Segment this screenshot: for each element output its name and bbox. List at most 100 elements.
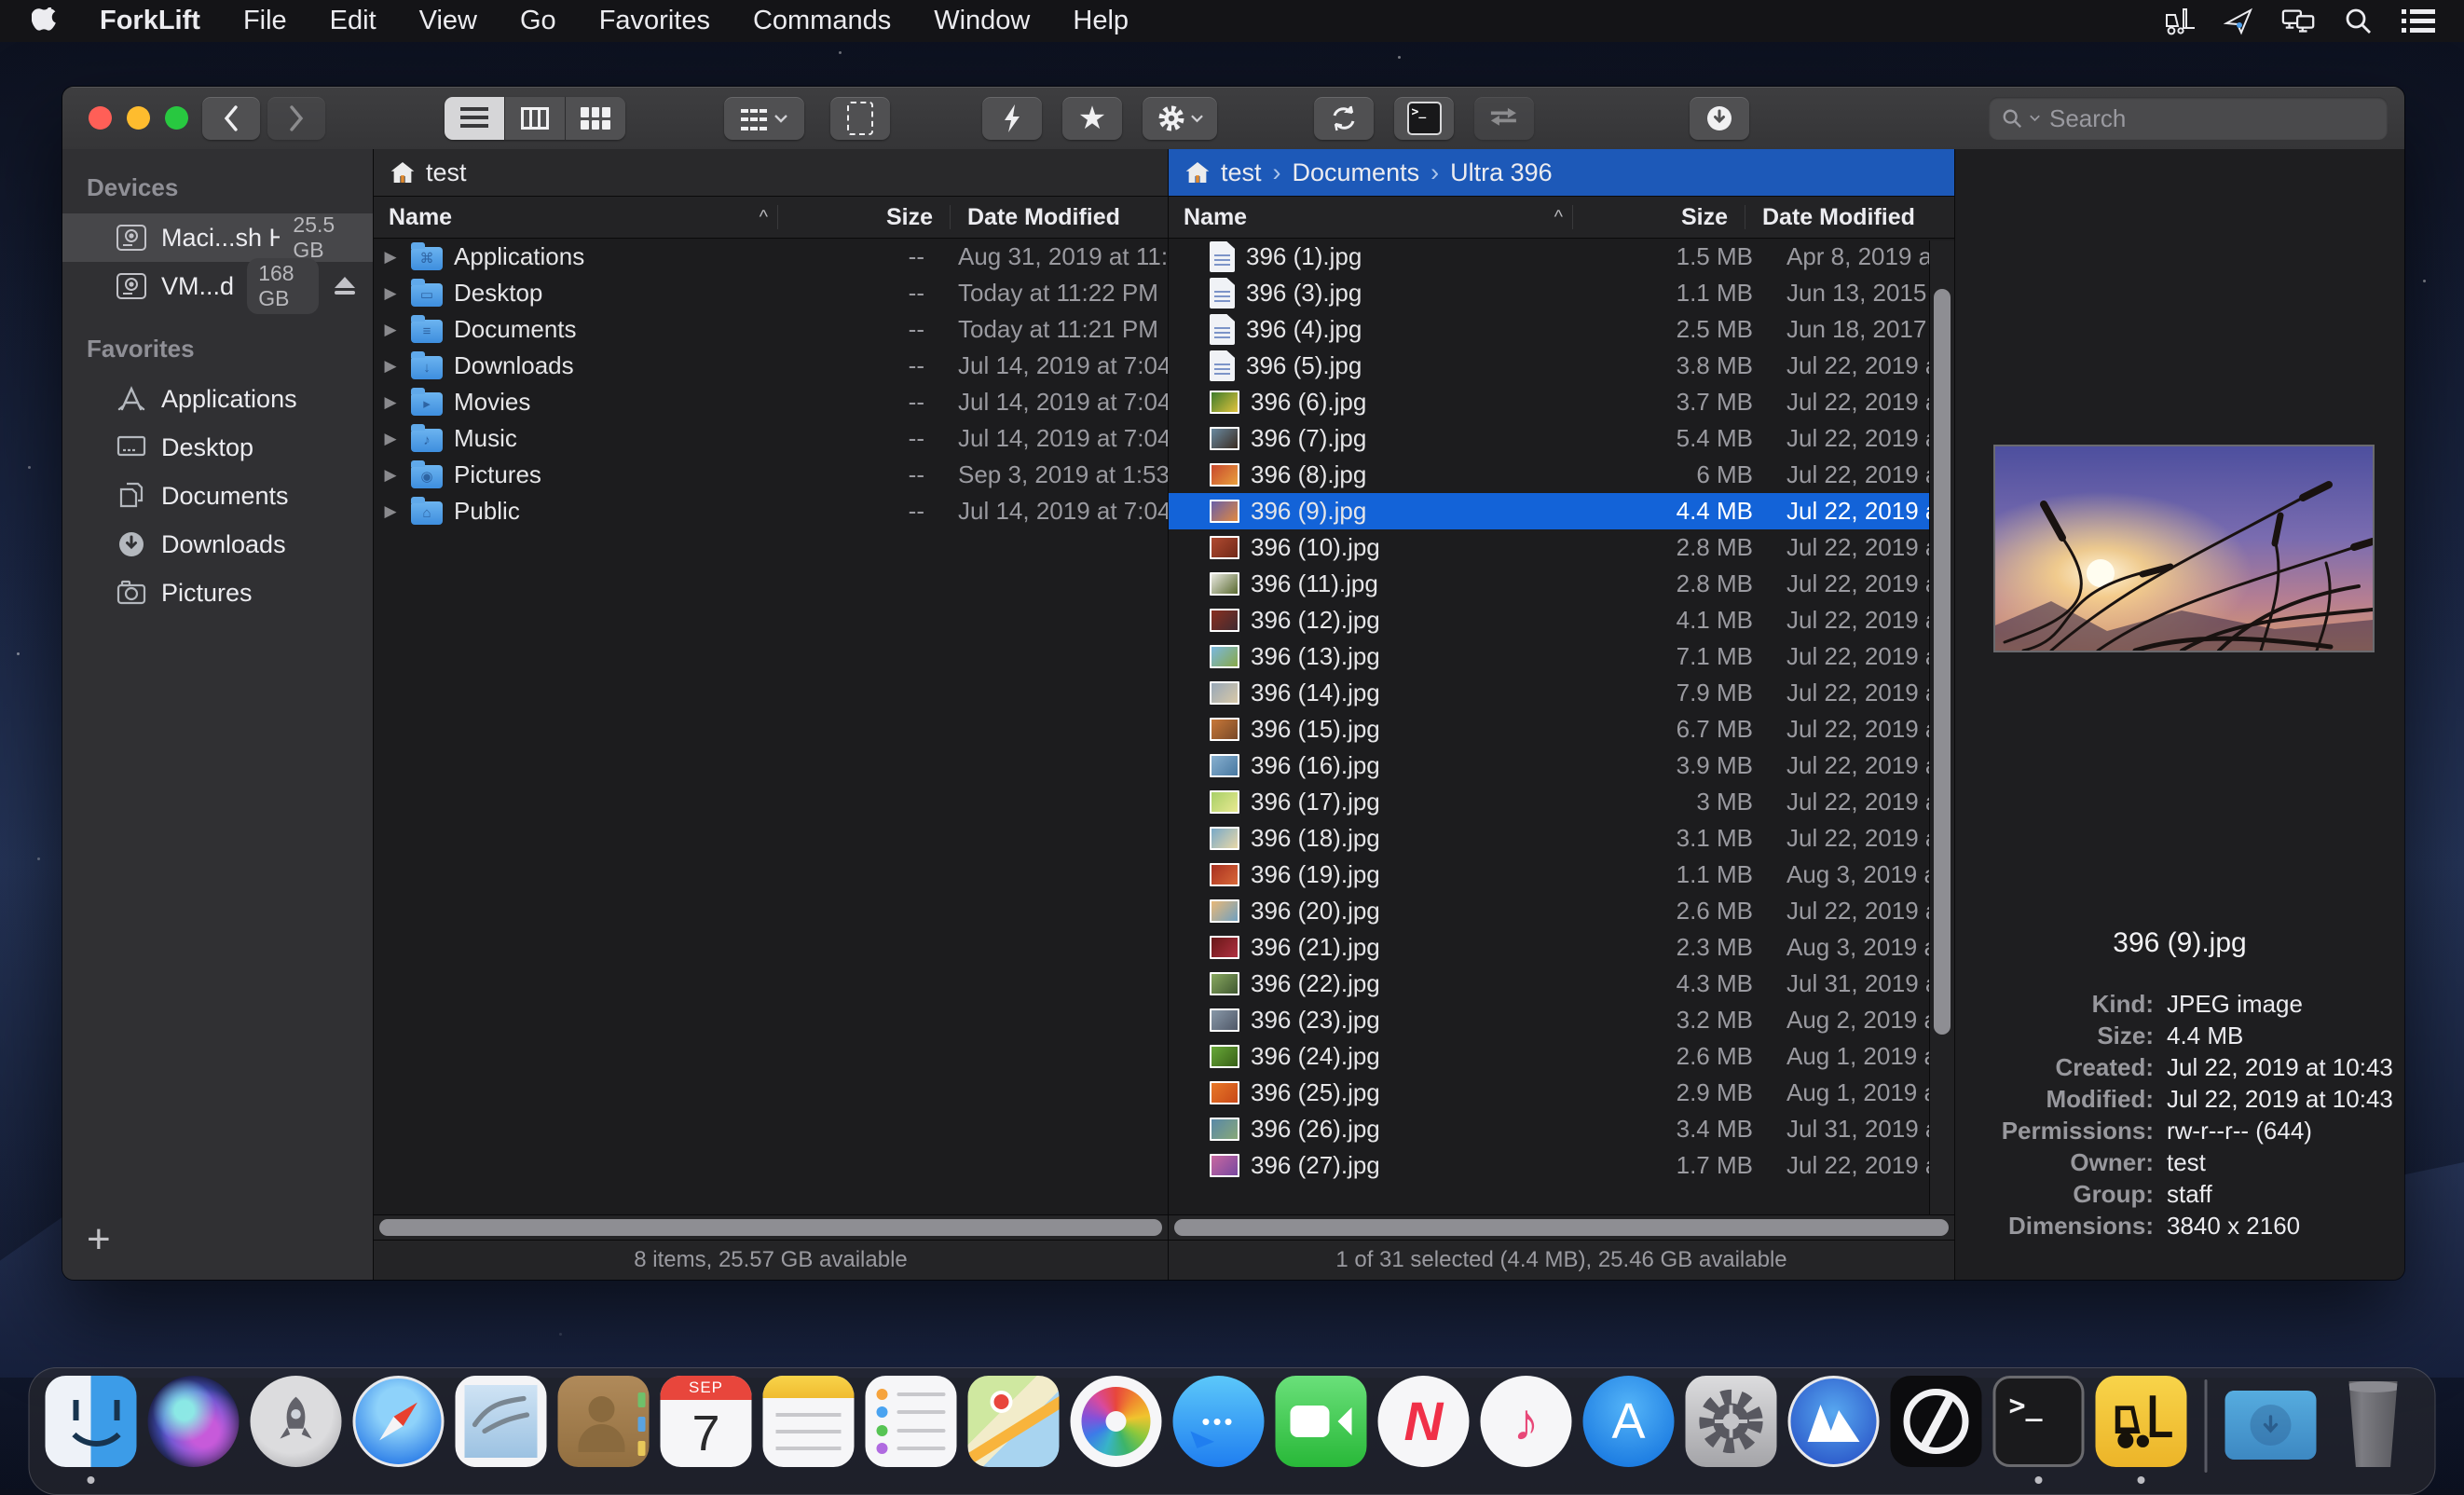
back-button[interactable]: [202, 97, 260, 140]
minimize-button[interactable]: [127, 106, 150, 130]
dock-icon-pd-runner[interactable]: [1890, 1376, 1983, 1486]
zoom-button[interactable]: [165, 106, 188, 130]
disclosure-triangle[interactable]: ▶: [381, 466, 400, 485]
menu-commands[interactable]: Commands: [732, 6, 912, 36]
menu-file[interactable]: File: [222, 6, 308, 36]
column-view-button[interactable]: [504, 97, 565, 140]
spotlight-search-icon[interactable]: [2341, 6, 2376, 37]
right-pane-hscrollbar[interactable]: [1169, 1214, 1954, 1240]
menu-window[interactable]: Window: [912, 6, 1051, 36]
table-row[interactable]: 396 (23).jpg3.2 MBAug 2, 2019 at 11:3: [1169, 1002, 1954, 1038]
apple-menu-icon[interactable]: [32, 7, 78, 35]
dock-icon-facetime[interactable]: [1275, 1376, 1368, 1486]
eject-icon[interactable]: [332, 269, 358, 303]
table-row[interactable]: 396 (4).jpg2.5 MBJun 18, 2017 at 3:2: [1169, 311, 1954, 348]
table-row[interactable]: 396 (22).jpg4.3 MBJul 31, 2019 at 1:3: [1169, 966, 1954, 1002]
menu-view[interactable]: View: [398, 6, 499, 36]
list-view-button[interactable]: [445, 97, 504, 140]
table-row[interactable]: 396 (27).jpg1.7 MBJul 22, 2019 at 3:3: [1169, 1147, 1954, 1184]
activities-button[interactable]: [1690, 97, 1749, 140]
table-row[interactable]: ▶↓Downloads--Jul 14, 2019 at 7:04…: [374, 348, 1168, 384]
menu-edit[interactable]: Edit: [308, 6, 398, 36]
notification-list-icon[interactable]: [2401, 6, 2436, 37]
dock-icon-finder[interactable]: [45, 1376, 138, 1486]
disclosure-triangle[interactable]: ▶: [381, 321, 400, 339]
left-pane-path-bar[interactable]: test: [374, 149, 1168, 197]
table-row[interactable]: 396 (12).jpg4.1 MBJul 22, 2019 at 10:4: [1169, 602, 1954, 638]
forward-button[interactable]: [267, 97, 325, 140]
disclosure-triangle[interactable]: ▶: [381, 393, 400, 412]
actions-menu-button[interactable]: [1143, 97, 1217, 140]
table-row[interactable]: 396 (20).jpg2.6 MBJul 22, 2019 at 3:3: [1169, 893, 1954, 929]
sidebar-item-desktop[interactable]: Desktop: [62, 423, 373, 472]
table-row[interactable]: ▶▸Movies--Jul 14, 2019 at 7:04…: [374, 384, 1168, 420]
sidebar-add-button[interactable]: +: [62, 1216, 373, 1280]
dock-icon-terminal[interactable]: >_: [1992, 1376, 2086, 1486]
dock-icon-launchpad[interactable]: [250, 1376, 343, 1486]
dock-icon-downloads-folder[interactable]: [2224, 1376, 2318, 1486]
column-header-size[interactable]: Size: [777, 205, 950, 229]
table-row[interactable]: 396 (21).jpg2.3 MBAug 3, 2019 at 4:30: [1169, 929, 1954, 966]
search-input[interactable]: [2047, 103, 2375, 134]
dock-icon-messages[interactable]: •••: [1172, 1376, 1266, 1486]
quick-look-button[interactable]: [982, 97, 1042, 140]
forklift-menu-icon[interactable]: [2162, 6, 2197, 37]
transfer-button[interactable]: [1474, 97, 1534, 140]
sidebar-device-maci-sh-hd[interactable]: Maci...sh HD25.5 GB: [62, 213, 373, 262]
disclosure-triangle[interactable]: ▶: [381, 284, 400, 303]
dock-icon-notes[interactable]: [762, 1376, 856, 1486]
column-header-name[interactable]: Name ^: [374, 204, 777, 231]
sidebar-item-pictures[interactable]: Pictures: [62, 569, 373, 617]
table-row[interactable]: 396 (25).jpg2.9 MBAug 1, 2019 at 12:5: [1169, 1075, 1954, 1111]
search-field[interactable]: [1989, 97, 2388, 140]
table-row[interactable]: 396 (26).jpg3.4 MBJul 31, 2019 at 1:3: [1169, 1111, 1954, 1147]
table-row[interactable]: 396 (5).jpg3.8 MBJul 22, 2019 at 10:4: [1169, 348, 1954, 384]
dock-icon-app-cleaner[interactable]: [1787, 1376, 1881, 1486]
table-row[interactable]: 396 (17).jpg3 MBJul 22, 2019 at 10:4: [1169, 784, 1954, 820]
left-pane-hscrollbar[interactable]: [374, 1214, 1168, 1240]
dock-icon-forklift[interactable]: [2095, 1376, 2188, 1486]
dock-icon-mail[interactable]: [455, 1376, 548, 1486]
table-row[interactable]: ▶◉Pictures--Sep 3, 2019 at 1:53…: [374, 457, 1168, 493]
table-row[interactable]: 396 (16).jpg3.9 MBJul 22, 2019 at 10:4: [1169, 748, 1954, 784]
column-header-size[interactable]: Size: [1572, 205, 1745, 229]
table-row[interactable]: ▶⌂Public--Jul 14, 2019 at 7:04…: [374, 493, 1168, 529]
table-row[interactable]: 396 (19).jpg1.1 MBAug 3, 2019 at 4:33: [1169, 857, 1954, 893]
displays-icon[interactable]: [2281, 6, 2317, 37]
menu-go[interactable]: Go: [499, 6, 578, 36]
disclosure-triangle[interactable]: ▶: [381, 248, 400, 267]
table-row[interactable]: 396 (8).jpg6 MBJul 22, 2019 at 10:4: [1169, 457, 1954, 493]
menu-forklift[interactable]: ForkLift: [78, 6, 222, 36]
column-header-date[interactable]: Date Modified: [1745, 205, 1954, 229]
sidebar-item-downloads[interactable]: Downloads: [62, 520, 373, 569]
dock-icon-appstore[interactable]: A: [1582, 1376, 1676, 1486]
table-row[interactable]: 396 (3).jpg1.1 MBJun 13, 2015 at 9:1: [1169, 275, 1954, 311]
dock-icon-trash[interactable]: [2327, 1376, 2420, 1486]
close-button[interactable]: [89, 106, 112, 130]
favorites-star-button[interactable]: ★: [1062, 97, 1122, 140]
table-row[interactable]: ▶⌘Applications--Aug 31, 2019 at 11:0…: [374, 239, 1168, 275]
table-row[interactable]: 396 (11).jpg2.8 MBJul 22, 2019 at 10:4: [1169, 566, 1954, 602]
breadcrumb-segment[interactable]: test: [1221, 158, 1262, 187]
dock-icon-calendar[interactable]: SEP7: [660, 1376, 753, 1486]
send-cursor-icon[interactable]: [2222, 6, 2257, 37]
dock-icon-safari[interactable]: [352, 1376, 445, 1486]
table-row[interactable]: 396 (18).jpg3.1 MBJul 22, 2019 at 10:4: [1169, 820, 1954, 857]
breadcrumb-segment[interactable]: Documents: [1293, 158, 1420, 187]
disclosure-triangle[interactable]: ▶: [381, 430, 400, 448]
table-row[interactable]: 396 (10).jpg2.8 MBJul 22, 2019 at 10:4: [1169, 529, 1954, 566]
terminal-button[interactable]: >_: [1394, 97, 1454, 140]
disclosure-triangle[interactable]: ▶: [381, 357, 400, 376]
dock-icon-reminders[interactable]: [865, 1376, 958, 1486]
dock-icon-maps[interactable]: [967, 1376, 1061, 1486]
dock-icon-news[interactable]: N: [1377, 1376, 1471, 1486]
breadcrumb-segment[interactable]: Ultra 396: [1450, 158, 1553, 187]
column-header-name[interactable]: Name ^: [1169, 204, 1572, 231]
table-row[interactable]: 396 (6).jpg3.7 MBJul 22, 2019 at 10:4: [1169, 384, 1954, 420]
dock-icon-system-preferences[interactable]: [1685, 1376, 1778, 1486]
dock-icon-photos[interactable]: [1070, 1376, 1163, 1486]
icon-view-button[interactable]: [565, 97, 625, 140]
sidebar-item-documents[interactable]: Documents: [62, 472, 373, 520]
right-pane-vscrollbar[interactable]: [1929, 240, 1954, 1216]
table-row[interactable]: 396 (9).jpg4.4 MBJul 22, 2019 at 10:4: [1169, 493, 1954, 529]
